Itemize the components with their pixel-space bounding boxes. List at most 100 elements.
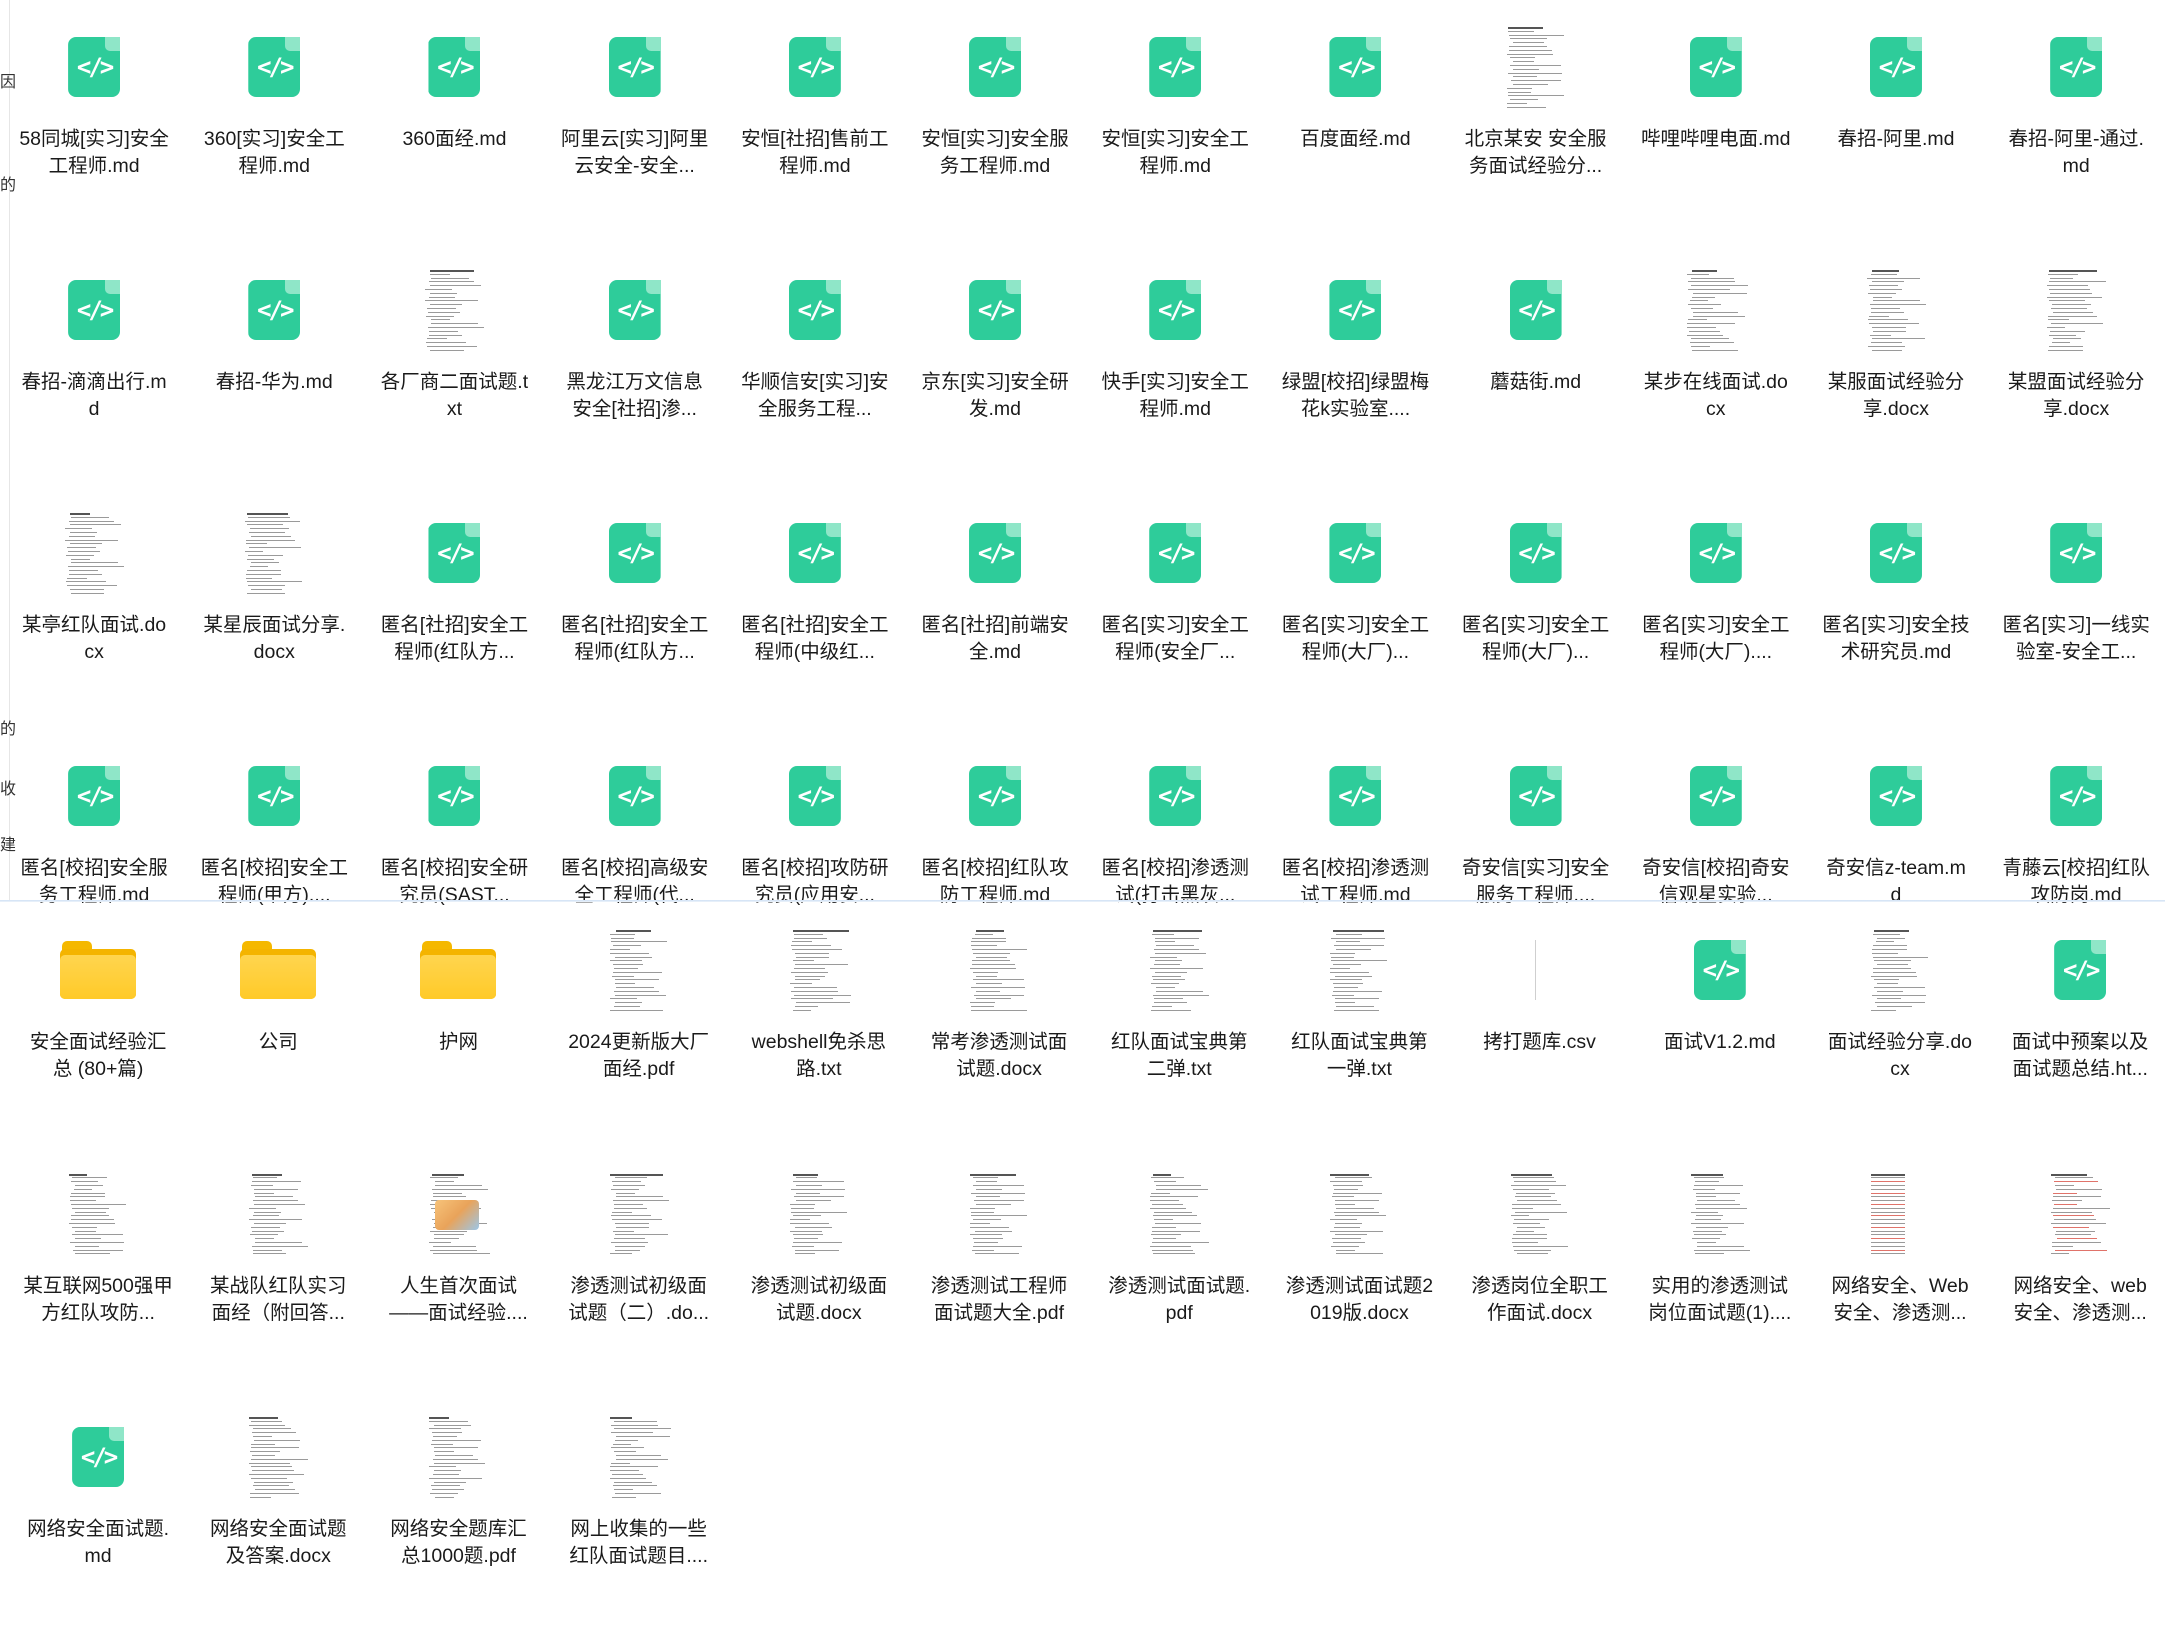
file-item[interactable]: 常考渗透测试面试题.docx — [909, 903, 1089, 1147]
code-icon: </> — [608, 37, 661, 97]
file-item[interactable]: 公司 — [188, 903, 368, 1147]
file-item[interactable]: </> 安恒[社招]售前工程师.md — [725, 0, 905, 243]
file-item[interactable]: </> 安恒[实习]安全工程师.md — [1085, 0, 1265, 243]
file-name-label: 哔哩哔哩电面.md — [1641, 128, 1791, 150]
file-name-label: 网络安全题库汇总1000题.pdf — [390, 1518, 527, 1567]
file-item[interactable]: 网络安全面试题及答案.docx — [188, 1390, 368, 1634]
file-item[interactable]: </> 360面经.md — [364, 0, 544, 243]
file-item[interactable]: </> 匿名[实习]安全工程师(大厂)... — [1265, 486, 1445, 729]
file-name-label: 某互联网500强甲方红队攻防... — [23, 1274, 173, 1324]
icon-container: </> — [575, 737, 695, 855]
file-item[interactable]: 某盟面试经验分享.docx — [1986, 243, 2165, 486]
file-item[interactable]: </> 匿名[实习]安全工程师(大厂).... — [1626, 486, 1806, 729]
icon-container — [1840, 1155, 1960, 1273]
file-item[interactable]: 渗透岗位全职工作面试.docx — [1450, 1147, 1630, 1391]
file-item[interactable]: 渗透测试面试题2019版.docx — [1269, 1147, 1449, 1391]
file-name-label: 匿名[实习]一线实验室-安全工... — [2002, 614, 2150, 663]
file-item[interactable]: </> 匿名[社招]安全工程师(红队方... — [545, 486, 725, 729]
file-item[interactable]: </> 匿名[社招]安全工程师(中级红... — [725, 486, 905, 729]
file-item[interactable]: 网络安全、Web安全、渗透测... — [1810, 1147, 1990, 1391]
file-name-label: 网络安全面试题及答案.docx — [210, 1518, 347, 1567]
icon-container: </> — [38, 1398, 158, 1516]
file-item[interactable]: </> 京东[实习]安全研发.md — [905, 243, 1085, 486]
file-item[interactable]: 人生首次面试——面试经验.... — [368, 1147, 548, 1391]
icon-container: </> — [1295, 251, 1415, 369]
file-item[interactable]: 某互联网500强甲方红队攻防... — [8, 1147, 188, 1391]
code-icon: </> — [1149, 37, 1202, 97]
code-icon: </> — [1329, 766, 1382, 826]
icon-container — [38, 1155, 158, 1273]
icon-container: </> — [935, 737, 1055, 855]
file-item[interactable]: 网上收集的一些红队面试题目.... — [549, 1390, 729, 1634]
file-item[interactable]: </> 春招-华为.md — [184, 243, 364, 486]
icon-container — [1299, 1155, 1419, 1273]
file-item[interactable]: </> 网络安全面试题.md — [8, 1390, 188, 1634]
file-item[interactable]: </> 春招-滴滴出行.md — [4, 243, 184, 486]
pane-divider[interactable] — [0, 900, 2165, 902]
file-name-label: 快手[实习]安全工程师.md — [1101, 371, 1249, 420]
file-item[interactable]: 护网 — [368, 903, 548, 1147]
file-item[interactable]: 某亭红队面试.docx — [4, 486, 184, 729]
file-item[interactable]: </> 58同城[实习]安全工程师.md — [4, 0, 184, 243]
file-item[interactable]: 红队面试宝典第二弹.txt — [1089, 903, 1269, 1147]
file-name-label: 公司 — [258, 1031, 298, 1053]
file-item[interactable]: </> 华顺信安[实习]安全服务工程... — [725, 243, 905, 486]
file-item[interactable]: </> 匿名[实习]安全工程师(安全厂... — [1085, 486, 1265, 729]
icon-container: </> — [1836, 737, 1956, 855]
file-item[interactable]: 某服面试经验分享.docx — [1806, 243, 1986, 486]
file-name-label: 某亭红队面试.docx — [22, 614, 167, 663]
file-item[interactable]: </> 安恒[实习]安全服务工程师.md — [905, 0, 1085, 243]
file-item[interactable]: 实用的渗透测试岗位面试题(1).... — [1630, 1147, 1810, 1391]
file-item[interactable]: </> 匿名[实习]安全工程师(大厂)... — [1446, 486, 1626, 729]
file-name-label: 北京某安 安全服务面试经验分... — [1464, 128, 1607, 177]
file-item[interactable]: 某战队红队实习面经（附回答... — [188, 1147, 368, 1391]
file-item[interactable]: </> 哔哩哔哩电面.md — [1626, 0, 1806, 243]
file-item[interactable]: </> 蘑菇街.md — [1446, 243, 1626, 486]
file-item[interactable]: </> 面试V1.2.md — [1630, 903, 1810, 1147]
file-item[interactable]: </> 面试中预案以及面试题总结.ht... — [1990, 903, 2165, 1147]
file-item[interactable]: 渗透测试工程师面试题大全.pdf — [909, 1147, 1089, 1391]
file-item[interactable]: </> 匿名[社招]安全工程师(红队方... — [364, 486, 544, 729]
file-item[interactable]: 渗透测试面试题.pdf — [1089, 1147, 1269, 1391]
file-item[interactable]: 网络安全、web安全、渗透测... — [1990, 1147, 2165, 1391]
file-name-label: 安恒[实习]安全服务工程师.md — [921, 128, 1069, 177]
code-icon: </> — [248, 280, 301, 340]
file-item[interactable]: </> 黑龙江万文信息安全[社招]渗... — [545, 243, 725, 486]
document-thumbnail — [1146, 1169, 1213, 1258]
file-item[interactable]: 网络安全题库汇总1000题.pdf — [368, 1390, 548, 1634]
file-item[interactable]: 拷打题库.csv — [1450, 903, 1630, 1147]
file-name-label: 护网 — [438, 1031, 478, 1053]
code-icon: </> — [248, 766, 301, 826]
file-item[interactable]: </> 春招-阿里-通过.md — [1986, 0, 2165, 243]
file-item[interactable]: </> 匿名[实习]一线实验室-安全工... — [1986, 486, 2165, 729]
icon-container: </> — [1836, 8, 1956, 126]
code-icon: </> — [788, 280, 841, 340]
file-item[interactable]: 2024更新版大厂面经.pdf — [549, 903, 729, 1147]
file-item[interactable]: 各厂商二面试题.txt — [364, 243, 544, 486]
icon-container — [579, 1155, 699, 1273]
file-item[interactable]: </> 快手[实习]安全工程师.md — [1085, 243, 1265, 486]
icon-container: </> — [1115, 737, 1235, 855]
file-name-label: 面试经验分享.docx — [1827, 1031, 1973, 1080]
file-item[interactable]: 渗透测试初级面试题.docx — [729, 1147, 909, 1391]
file-item[interactable]: </> 绿盟[校招]绿盟梅花k实验室.... — [1265, 243, 1445, 486]
file-item[interactable]: 面试经验分享.docx — [1810, 903, 1990, 1147]
file-item[interactable]: 红队面试宝典第一弹.txt — [1269, 903, 1449, 1147]
file-item[interactable]: 北京某安 安全服务面试经验分... — [1446, 0, 1626, 243]
file-item[interactable]: </> 阿里云[实习]阿里云安全-安全... — [545, 0, 725, 243]
file-item[interactable]: webshell免杀思路.txt — [729, 903, 909, 1147]
icon-container: </> — [1295, 737, 1415, 855]
file-item[interactable]: </> 匿名[社招]前端安全.md — [905, 486, 1085, 729]
file-item[interactable]: 渗透测试初级面试题（二）.do... — [549, 1147, 729, 1391]
file-item[interactable]: 安全面试经验汇总 (80+篇) — [8, 903, 188, 1147]
file-item[interactable]: </> 360[实习]安全工程师.md — [184, 0, 364, 243]
icon-container — [1660, 1155, 1780, 1273]
file-name-label: 匿名[实习]安全工程师(大厂)... — [1461, 614, 1610, 663]
file-item[interactable]: </> 匿名[实习]安全技术研究员.md — [1806, 486, 1986, 729]
file-item[interactable]: </> 春招-阿里.md — [1806, 0, 1986, 243]
file-name-label: 网络安全、web安全、渗透测... — [2013, 1274, 2147, 1324]
document-thumbnail — [966, 1169, 1033, 1258]
file-item[interactable]: 某步在线面试.docx — [1626, 243, 1806, 486]
file-item[interactable]: </> 百度面经.md — [1265, 0, 1445, 243]
file-item[interactable]: 某星辰面试分享.docx — [184, 486, 364, 729]
